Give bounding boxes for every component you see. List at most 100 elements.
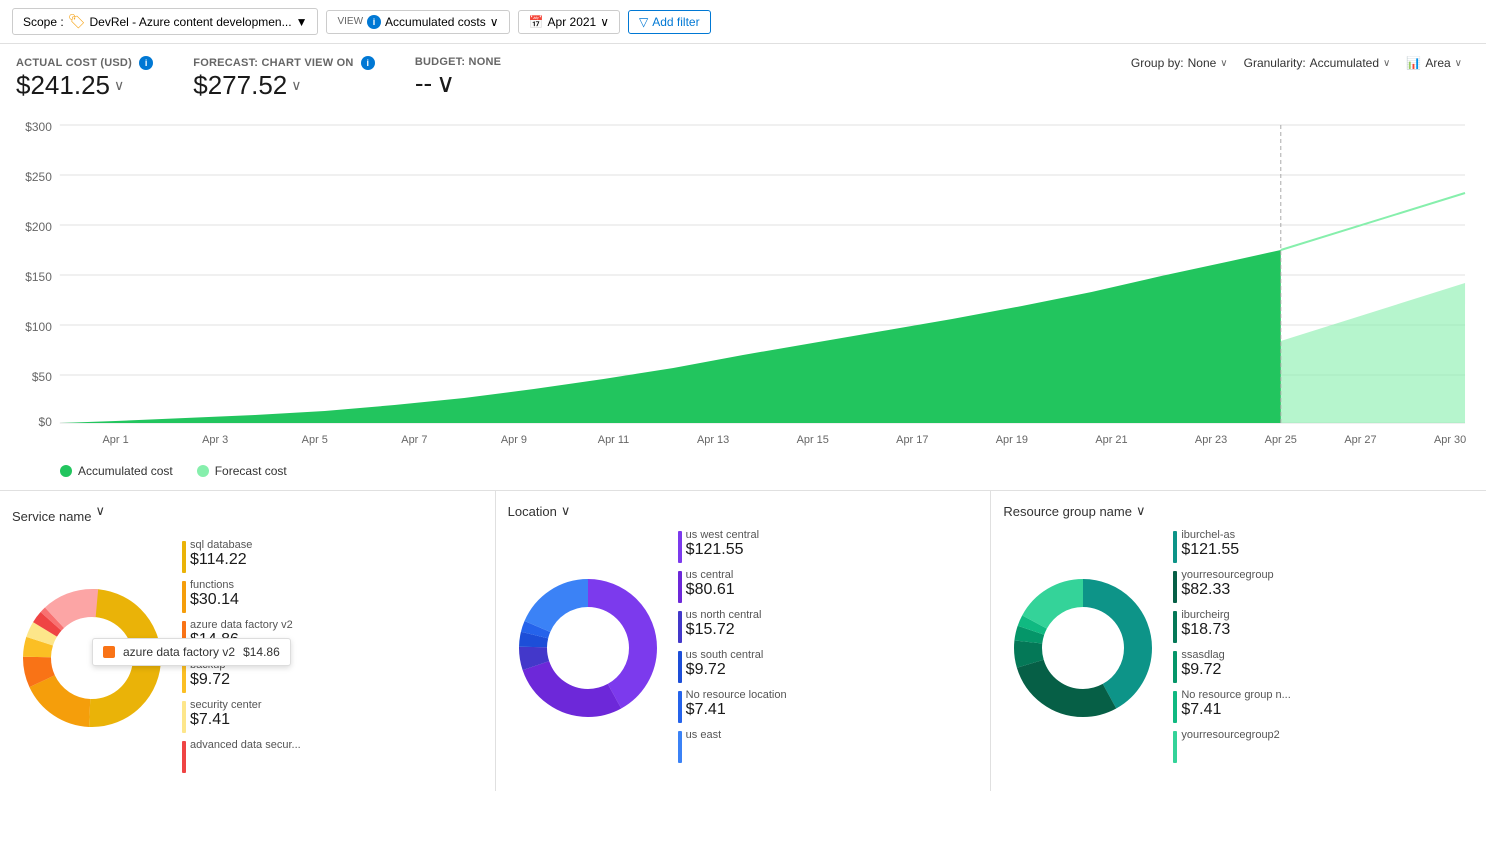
chart-container: $300 $250 $200 $150 $100 $50 $0 Apr 1 Ap… — [0, 105, 1486, 460]
actual-cost-info-icon[interactable]: i — [139, 56, 153, 70]
list-item: ssasdlag $9.72 — [1173, 649, 1474, 683]
legend-bar — [1173, 731, 1177, 763]
chevron-down-icon: ▼ — [296, 15, 308, 29]
tooltip-value: $14.86 — [243, 645, 280, 659]
forecast-value: $277.52 ∨ — [193, 70, 375, 101]
scope-label: Scope : — [23, 15, 64, 29]
service-name-header[interactable]: Service name ∨ — [12, 503, 483, 529]
list-item: sql database $114.22 — [182, 539, 483, 573]
service-name-content: azure data factory v2 $14.86 sql databas… — [12, 539, 483, 779]
group-by-button[interactable]: Group by: None ∨ — [1131, 56, 1228, 70]
granularity-value: Accumulated — [1310, 56, 1379, 70]
legend-text: iburchel-as $121.55 — [1181, 529, 1239, 559]
granularity-chevron: ∨ — [1383, 58, 1390, 69]
forecast-cost-block: FORECAST: CHART VIEW ON i $277.52 ∨ — [193, 56, 375, 101]
budget-chevron[interactable]: ∨ — [436, 68, 455, 99]
chart-legend: Accumulated cost Forecast cost — [0, 460, 1486, 490]
legend-bar — [182, 741, 186, 773]
chart-type-button[interactable]: 📊 Area ∨ — [1406, 56, 1462, 70]
svg-text:Apr 23: Apr 23 — [1195, 434, 1227, 446]
forecast-info-icon[interactable]: i — [361, 56, 375, 70]
metrics-row: ACTUAL COST (USD) i $241.25 ∨ FORECAST: … — [0, 44, 1486, 105]
legend-bar — [1173, 611, 1177, 643]
service-name-chevron: ∨ — [95, 503, 105, 519]
service-name-title: Service name — [12, 509, 91, 524]
list-item: No resource location $7.41 — [678, 689, 979, 723]
scope-value: DevRel - Azure content developmen... — [89, 15, 291, 29]
svg-text:Apr 30: Apr 30 — [1434, 434, 1466, 446]
legend-bar — [182, 541, 186, 573]
svg-text:Apr 3: Apr 3 — [202, 434, 228, 446]
budget-block: BUDGET: NONE -- ∨ — [415, 56, 501, 99]
granularity-label: Granularity: — [1244, 56, 1306, 70]
list-item: iburchel-as $121.55 — [1173, 529, 1474, 563]
resource-group-title: Resource group name — [1003, 504, 1132, 519]
chart-type-value: Area — [1425, 56, 1450, 70]
chevron-down-icon: ∨ — [490, 15, 499, 29]
legend-text: sql database $114.22 — [190, 539, 252, 569]
budget-label: BUDGET: NONE — [415, 56, 501, 68]
scope-button[interactable]: Scope : 🏷 DevRel - Azure content develop… — [12, 8, 318, 35]
actual-cost-value: $241.25 ∨ — [16, 70, 153, 101]
legend-bar — [1173, 651, 1177, 683]
svg-text:Apr 9: Apr 9 — [501, 434, 527, 446]
legend-text: functions $30.14 — [190, 579, 239, 609]
location-title: Location — [508, 504, 557, 519]
resource-group-panel: Resource group name ∨ ibu — [991, 491, 1486, 791]
date-button[interactable]: 📅 Apr 2021 ∨ — [518, 10, 620, 34]
location-content: us west central $121.55 us central $80.6… — [508, 529, 979, 769]
legend-bar — [182, 701, 186, 733]
location-panel: Location ∨ us west centra — [496, 491, 992, 791]
forecast-chevron[interactable]: ∨ — [291, 77, 301, 94]
legend-text: us central $80.61 — [686, 569, 735, 599]
svg-text:Apr 17: Apr 17 — [896, 434, 928, 446]
legend-bar — [678, 611, 682, 643]
date-value: Apr 2021 — [548, 15, 597, 29]
top-bar: Scope : 🏷 DevRel - Azure content develop… — [0, 0, 1486, 44]
filter-icon: ▽ — [639, 15, 648, 29]
legend-accumulated[interactable]: Accumulated cost — [60, 464, 173, 478]
list-item: us east — [678, 729, 979, 763]
actual-cost-chevron[interactable]: ∨ — [114, 77, 124, 94]
legend-bar — [1173, 571, 1177, 603]
service-tooltip: azure data factory v2 $14.86 — [92, 638, 291, 666]
service-donut: azure data factory v2 $14.86 — [12, 578, 172, 741]
svg-text:$150: $150 — [25, 270, 52, 284]
legend-text: yourresourcegroup2 — [1181, 729, 1279, 741]
view-button[interactable]: VIEW i Accumulated costs ∨ — [326, 10, 509, 34]
svg-text:Apr 21: Apr 21 — [1095, 434, 1127, 446]
resource-group-header[interactable]: Resource group name ∨ — [1003, 503, 1474, 519]
legend-forecast[interactable]: Forecast cost — [197, 464, 287, 478]
legend-text: ssasdlag $9.72 — [1181, 649, 1224, 679]
svg-text:Apr 15: Apr 15 — [797, 434, 829, 446]
panels-row: Service name ∨ — [0, 490, 1486, 791]
svg-text:$50: $50 — [32, 370, 52, 384]
service-name-panel: Service name ∨ — [0, 491, 496, 791]
granularity-button[interactable]: Granularity: Accumulated ∨ — [1244, 56, 1391, 70]
legend-text: us south central $9.72 — [686, 649, 764, 679]
actual-cost-label: ACTUAL COST (USD) i — [16, 56, 153, 70]
location-header[interactable]: Location ∨ — [508, 503, 979, 519]
forecast-label: FORECAST: CHART VIEW ON i — [193, 56, 375, 70]
location-donut — [508, 568, 668, 731]
svg-text:$100: $100 — [25, 320, 52, 334]
forecast-label: Forecast cost — [215, 464, 287, 478]
resource-group-chevron: ∨ — [1136, 503, 1146, 519]
legend-bar — [182, 581, 186, 613]
chevron-down-icon: ∨ — [600, 15, 609, 29]
legend-text: advanced data secur... — [190, 739, 301, 751]
list-item: us central $80.61 — [678, 569, 979, 603]
legend-text: yourresourcegroup $82.33 — [1181, 569, 1273, 599]
add-filter-button[interactable]: ▽ Add filter — [628, 10, 711, 34]
add-filter-label: Add filter — [652, 15, 699, 29]
calendar-icon: 📅 — [529, 15, 544, 29]
svg-text:$200: $200 — [25, 220, 52, 234]
svg-text:Apr 11: Apr 11 — [598, 434, 629, 446]
legend-text: No resource location $7.41 — [686, 689, 787, 719]
view-info-icon[interactable]: i — [367, 15, 381, 29]
legend-bar — [678, 571, 682, 603]
location-legend-list: us west central $121.55 us central $80.6… — [678, 529, 979, 769]
forecast-dot — [197, 465, 209, 477]
list-item: No resource group n... $7.41 — [1173, 689, 1474, 723]
accumulated-label: Accumulated cost — [78, 464, 173, 478]
